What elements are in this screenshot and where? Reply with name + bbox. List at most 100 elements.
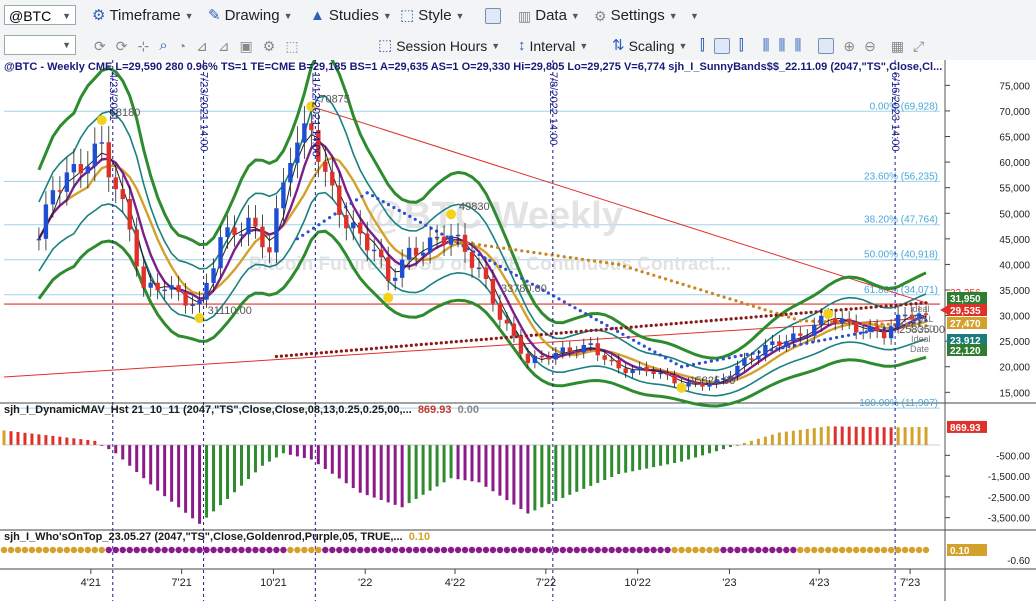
dotted-maroon-path [354, 348, 358, 352]
dotted-orange-path [477, 243, 482, 247]
histogram-header-text: sjh_I_DynamicMAV_Hst 21_10_11 (2047,"TS"… [4, 404, 412, 416]
timeframe-menu[interactable]: ⚙ Timeframe ▼ [92, 6, 194, 26]
who-on-top-dot [84, 546, 92, 554]
dotted-maroon-path [624, 326, 628, 330]
hist-tick-label: -1,500.00 [988, 472, 1031, 483]
candle-body [385, 257, 391, 281]
histogram-bar [673, 444, 677, 463]
layout-button[interactable] [485, 6, 501, 26]
dotted-maroon-path [784, 312, 788, 316]
dotted-blue-path [632, 338, 636, 342]
who-on-top-dot [552, 546, 560, 554]
candle-body [267, 247, 272, 253]
ruler-icon[interactable]: ⊿ [196, 36, 208, 56]
date-tick-label: '23 [722, 577, 736, 589]
ohlc-icon[interactable]: ⫿ [700, 36, 705, 56]
dotted-maroon-path [289, 353, 293, 357]
histogram-bar [337, 444, 341, 479]
zoom-in-icon[interactable]: ⊕ [843, 36, 855, 56]
scaling-icon: ⇅ [612, 37, 625, 54]
clock-icon[interactable]: ◔ [178, 36, 186, 56]
histogram-bar [316, 444, 320, 465]
histogram-bar [107, 444, 111, 450]
who-on-top-dot [678, 546, 685, 554]
drawing-menu[interactable]: ✎ Drawing ▼ [208, 6, 293, 26]
session-hours-menu[interactable]: ⬚ Session Hours ▼ [378, 36, 500, 56]
candle-body [784, 341, 789, 346]
candle-body [434, 236, 440, 239]
histogram-bar [407, 444, 411, 504]
candle-body [420, 252, 426, 256]
chevron-down-icon: ▼ [668, 11, 678, 21]
who-on-top-dot [699, 546, 706, 554]
dotted-orange-path [705, 290, 709, 294]
candle-body [378, 249, 384, 258]
dotted-blue-path [322, 219, 326, 223]
expand-icon[interactable]: ⤢ [913, 36, 924, 56]
indicator-tag: BULL [911, 314, 934, 324]
volume-icon[interactable]: ⫼ [763, 36, 770, 56]
who-on-top-dot [790, 546, 797, 554]
who-on-top-dot [238, 546, 245, 554]
histogram-bar [882, 427, 886, 445]
data-menu[interactable]: ▥ Data ▼ [518, 6, 580, 26]
toolbar-overflow[interactable]: ▼ [690, 6, 699, 26]
histogram-bar [44, 435, 48, 445]
chart-canvas[interactable]: 0.00% (69,928) 23.60% (56,235) 38.20% (47,… [0, 60, 1036, 601]
refresh-icon[interactable]: ⟳ [94, 36, 106, 56]
layout-toggle-icon[interactable] [818, 38, 835, 54]
indicator-tag: Date [910, 344, 929, 354]
grid-icon[interactable]: ▦ [891, 36, 904, 56]
cursor-icon[interactable]: ⊹ [137, 36, 149, 56]
zoom-icon[interactable]: ⌕ [159, 36, 167, 56]
who-on-top-dot [210, 546, 217, 554]
scaling-menu[interactable]: ⇅ Scaling ▼ [612, 36, 687, 56]
candle-body [518, 335, 524, 354]
dotted-blue-path [306, 230, 310, 234]
dotted-orange-path [502, 246, 506, 250]
histogram-bar [540, 444, 544, 508]
chart-bar-icon[interactable]: ⫼ [794, 36, 801, 56]
who-on-top-dot [377, 546, 385, 554]
box-icon[interactable]: ▣ [240, 36, 253, 56]
chevron-down-icon: ▼ [491, 41, 501, 51]
who-on-top-dot [706, 546, 713, 554]
candle-icon[interactable] [713, 38, 730, 54]
link-icon[interactable]: ⟳ [116, 36, 128, 56]
measure-icon[interactable]: ⊿ [218, 36, 230, 56]
who-on-top-dot [447, 546, 455, 554]
dotted-maroon-path [344, 349, 348, 353]
zoom-out-icon[interactable]: ⊖ [864, 36, 876, 56]
histogram-zero: 0.00 [457, 404, 480, 416]
bar-icon[interactable]: ⫼ [779, 36, 786, 56]
symbol-field[interactable]: @BTC ▼ [4, 5, 76, 25]
histogram-bar [917, 427, 921, 445]
dotted-maroon-path [574, 330, 578, 334]
quick-symbol-field[interactable]: ▼ [4, 35, 76, 55]
dotted-orange-path [483, 244, 488, 248]
dotted-maroon-path [299, 352, 303, 356]
chart-style-group: ⫿ ⫿ ⫼ ⫼ ⫼ ⊕ ⊖ ▦ ⤢ [700, 36, 924, 56]
dotted-maroon-path [804, 311, 808, 315]
settings-menu[interactable]: ⚙ Settings ▼ [594, 6, 678, 26]
candle-body [658, 372, 663, 375]
who-on-top-dot [175, 546, 182, 554]
who-on-top-dot [259, 546, 266, 554]
who-on-top-dot [587, 546, 594, 554]
histogram-bar [554, 444, 558, 502]
interval-menu[interactable]: ↕ Interval ▼ [518, 36, 588, 56]
who-on-top-dot [720, 546, 727, 554]
who-on-top-dot [77, 546, 85, 554]
dotted-orange-path [556, 254, 560, 258]
dotted-blue-path [733, 355, 737, 359]
style-menu[interactable]: ⬚ Style ▼ [400, 6, 464, 26]
studies-menu[interactable]: ▲ Studies ▼ [310, 6, 392, 26]
dotted-maroon-path [709, 319, 713, 323]
gear-small-icon[interactable]: ⚙ [263, 36, 276, 56]
who-on-top-dot [329, 546, 336, 554]
dotted-maroon-path [499, 336, 503, 340]
format-icon[interactable]: ⬚ [285, 36, 298, 56]
who-on-top-dot [762, 546, 769, 554]
who-on-top-dot [357, 546, 364, 554]
hollow-candle-icon[interactable]: ⫿ [739, 36, 744, 56]
